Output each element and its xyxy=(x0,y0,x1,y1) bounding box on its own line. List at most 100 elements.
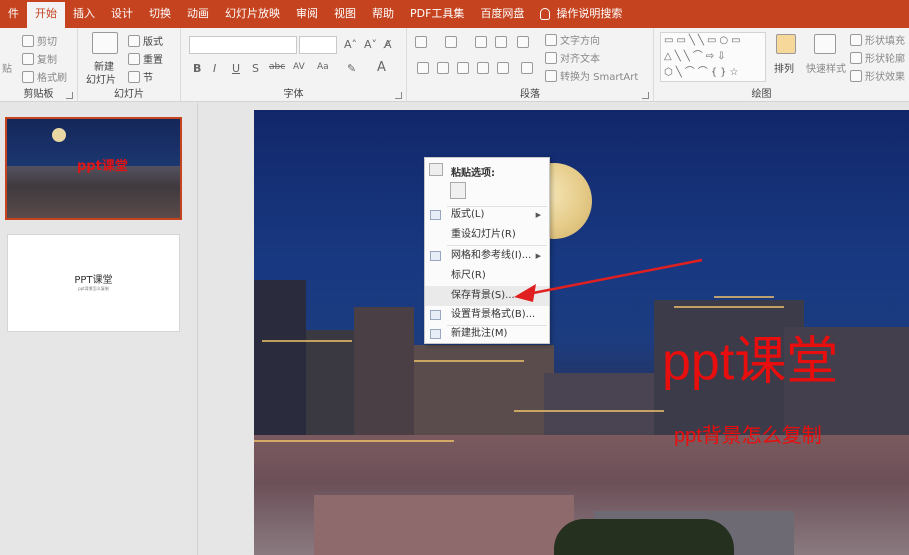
underline-button[interactable]: U xyxy=(232,62,240,75)
tab-view[interactable]: 视图 xyxy=(326,0,364,28)
context-menu: 粘贴选项: 版式(L) ▶ 重设幻灯片(R) 网格和参考线(I)... ▶ 标尺(R… xyxy=(424,157,550,344)
thumb-moon xyxy=(52,128,66,142)
tab-transitions[interactable]: 切换 xyxy=(141,0,179,28)
quick-styles-icon-wrap[interactable] xyxy=(814,34,836,54)
font-color-button[interactable]: A xyxy=(377,60,386,75)
shape-effects-button[interactable]: 形状效果 xyxy=(850,68,905,83)
line-spacing-icon xyxy=(517,36,529,48)
trees xyxy=(554,519,734,555)
italic-button[interactable]: I xyxy=(213,62,216,75)
menu-item-format-background[interactable]: 设置背景格式(B)... xyxy=(425,305,549,325)
quick-styles-label: 快速样式 xyxy=(806,64,846,75)
paragraph-dialog-launcher-icon[interactable] xyxy=(642,92,649,99)
columns-button[interactable] xyxy=(521,62,533,74)
paint-bucket-icon xyxy=(850,33,862,46)
grid-icon xyxy=(430,251,441,261)
font-size-input[interactable] xyxy=(299,36,337,54)
increase-font-icon[interactable]: A˄ xyxy=(344,38,357,51)
format-painter-icon xyxy=(22,70,34,83)
section-button[interactable]: 节 xyxy=(128,69,153,84)
shadow-button[interactable]: S xyxy=(252,62,259,75)
tab-help[interactable]: 帮助 xyxy=(364,0,402,28)
align-right-button[interactable] xyxy=(457,62,469,74)
shapes-gallery[interactable]: ▭▭╲╲▭○▭ △╲╲⌒⇨⇩ ⬡╲⌒⌒{}☆ xyxy=(660,32,766,82)
arrange-button[interactable]: 排列 xyxy=(774,60,794,75)
layout-button[interactable]: 版式 xyxy=(128,33,163,48)
bold-button[interactable]: B xyxy=(193,62,201,75)
justify-button[interactable] xyxy=(477,62,489,74)
decrease-font-icon[interactable]: A˅ xyxy=(364,38,377,51)
menu-item-layout[interactable]: 版式(L) ▶ xyxy=(425,205,549,225)
cut-button[interactable]: 剪切 xyxy=(22,33,57,48)
text-direction-icon xyxy=(545,33,557,46)
menu-item-new-comment[interactable]: 新建批注(M) xyxy=(425,324,549,344)
menu-item-ruler[interactable]: 标尺(R) xyxy=(425,266,549,286)
new-slide-icon xyxy=(92,32,118,54)
bullets-button[interactable] xyxy=(415,36,427,48)
menu-item-label: 保存背景(S)... xyxy=(451,290,515,301)
text-direction-button[interactable]: 文字方向 xyxy=(545,32,600,47)
tab-slideshow[interactable]: 幻灯片放映 xyxy=(217,0,288,28)
tab-review[interactable]: 审阅 xyxy=(288,0,326,28)
arrange-label: 排列 xyxy=(774,64,794,75)
slide-thumbnail-1[interactable]: ppt课堂 xyxy=(5,117,182,220)
effects-icon xyxy=(850,69,862,82)
menu-item-reset-slide[interactable]: 重设幻灯片(R) xyxy=(425,225,549,245)
menu-item-label: 版式(L) xyxy=(451,209,485,220)
align-left-button[interactable] xyxy=(417,62,429,74)
drawing-group: ▭▭╲╲▭○▭ △╲╲⌒⇨⇩ ⬡╲⌒⌒{}☆ 排列 快速样式 形状填充 形状轮廓 形… xyxy=(654,28,909,102)
increase-indent-button[interactable] xyxy=(495,36,507,48)
paste-button[interactable]: 贴 xyxy=(2,60,12,75)
smartart-label: 转换为 SmartArt xyxy=(560,72,639,83)
slide-subtitle[interactable]: ppt背景怎么复制 xyxy=(674,419,822,448)
align-text-button[interactable]: 对齐文本 xyxy=(545,50,600,65)
slide-canvas[interactable]: ppt课堂 ppt背景怎么复制 xyxy=(254,110,909,555)
format-painter-button[interactable]: 格式刷 xyxy=(22,69,67,84)
line-spacing-button[interactable] xyxy=(517,36,529,48)
shape-fill-button[interactable]: 形状填充 xyxy=(850,32,905,47)
pen-icon xyxy=(850,51,862,64)
highlight-icon[interactable]: ✎ xyxy=(347,62,356,75)
distributed-icon xyxy=(497,62,509,74)
convert-smartart-button[interactable]: 转换为 SmartArt xyxy=(545,68,638,83)
new-slide-dropdown[interactable]: 幻灯片 xyxy=(86,71,116,86)
tab-animations[interactable]: 动画 xyxy=(179,0,217,28)
shape-outline-button[interactable]: 形状轮廓 xyxy=(850,50,905,65)
copy-button[interactable]: 复制 xyxy=(22,51,57,66)
clipboard-dialog-launcher-icon[interactable] xyxy=(66,92,73,99)
font-group-label: 字体 xyxy=(283,89,304,100)
tab-insert[interactable]: 插入 xyxy=(65,0,103,28)
arrange-icon-wrap[interactable] xyxy=(776,34,796,54)
menu-item-save-background[interactable]: 保存背景(S)... xyxy=(425,286,549,306)
distributed-button[interactable] xyxy=(497,62,509,74)
section-label: 节 xyxy=(143,73,153,84)
change-case-button[interactable]: Aa xyxy=(317,62,329,72)
new-slide-icon-wrap[interactable] xyxy=(92,32,118,54)
font-dialog-launcher-icon[interactable] xyxy=(395,92,402,99)
quick-styles-button[interactable]: 快速样式 xyxy=(806,60,846,75)
menu-item-label: 网格和参考线(I)... xyxy=(451,250,532,261)
tab-design[interactable]: 设计 xyxy=(103,0,141,28)
tab-home[interactable]: 开始 xyxy=(27,2,65,28)
numbering-button[interactable] xyxy=(445,36,457,48)
decrease-indent-button[interactable] xyxy=(475,36,487,48)
smartart-icon xyxy=(545,69,557,82)
slide-thumbnail-2[interactable]: PPT课堂 ppt背景怎么复制 xyxy=(7,234,180,332)
char-spacing-button[interactable]: AV xyxy=(293,62,305,72)
scissors-icon xyxy=(22,34,34,47)
reset-button[interactable]: 重置 xyxy=(128,51,163,66)
menu-item-grid-guides[interactable]: 网格和参考线(I)... ▶ xyxy=(425,246,549,266)
paragraph-group: 文字方向 对齐文本 转换为 SmartArt 段落 xyxy=(407,28,654,102)
strikethrough-button[interactable]: abc xyxy=(269,62,285,72)
new-slide-label-2: 幻灯片 xyxy=(86,75,116,86)
align-center-button[interactable] xyxy=(437,62,449,74)
font-name-input[interactable] xyxy=(189,36,297,54)
tab-file[interactable]: 件 xyxy=(0,0,27,28)
tab-pdf-tools[interactable]: PDF工具集 xyxy=(402,0,472,28)
slide-title[interactable]: ppt课堂 xyxy=(662,332,838,392)
tell-me-search[interactable]: 操作说明搜索 xyxy=(532,0,630,28)
tab-baidu-netdisk[interactable]: 百度网盘 xyxy=(472,0,532,28)
paste-keep-format-icon[interactable] xyxy=(450,182,466,199)
clear-format-icon[interactable]: A̸ xyxy=(384,38,392,51)
section-icon xyxy=(128,70,140,83)
